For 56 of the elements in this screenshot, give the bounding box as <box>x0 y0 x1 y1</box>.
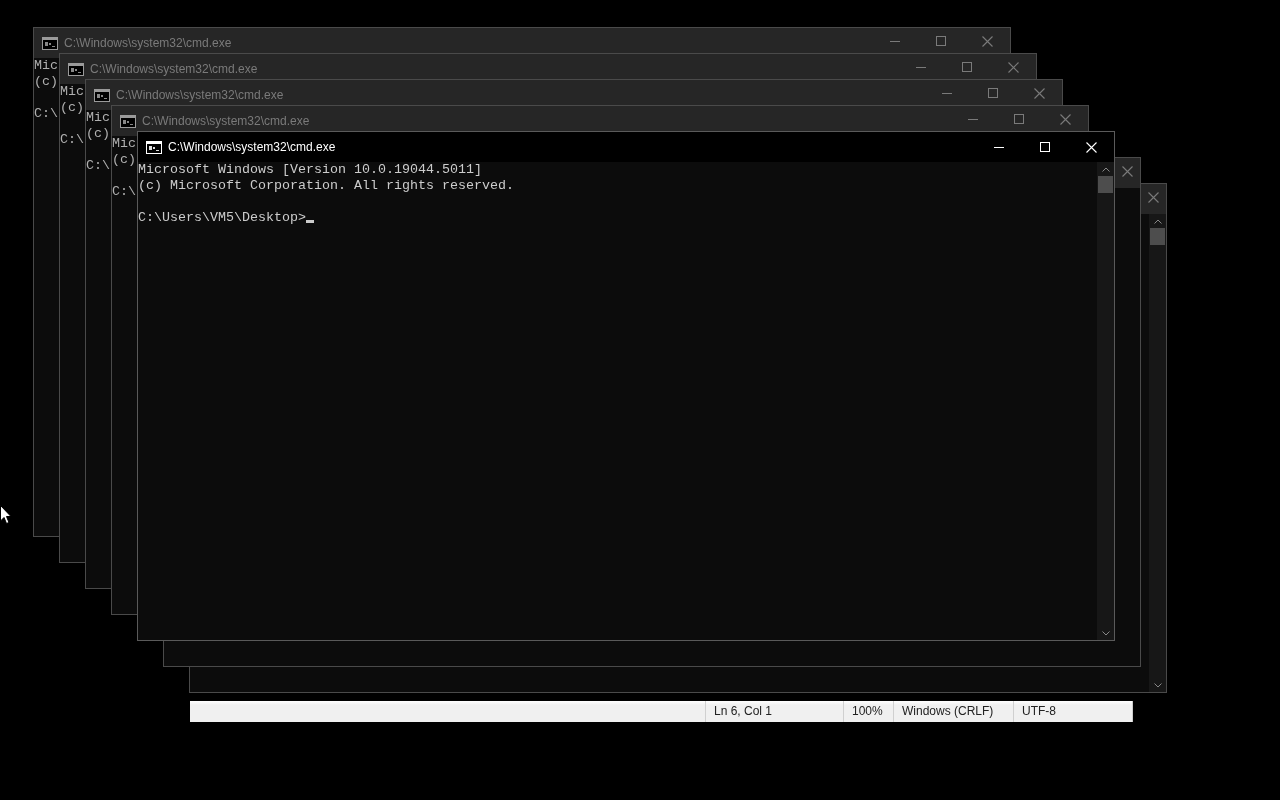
console-line: Microsoft Windows [Version 10.0.19044.5011] <box>138 162 482 177</box>
console-line: Mic <box>34 58 58 73</box>
scrollbar[interactable] <box>1097 162 1114 640</box>
console-line: Mic <box>112 136 136 151</box>
console-line: (c) <box>34 74 58 89</box>
command-prompt: C:\ <box>86 158 110 173</box>
maximize-icon <box>962 62 972 72</box>
close-icon <box>1007 61 1019 73</box>
close-icon <box>1059 113 1071 125</box>
status-text: 100% <box>843 701 893 722</box>
scroll-up-icon[interactable] <box>1101 166 1110 172</box>
console-line: (c) <box>112 152 136 167</box>
console-line: (c) <box>86 126 110 141</box>
status-text: UTF-8 <box>1013 701 1132 722</box>
close-icon <box>1121 165 1133 177</box>
status-text: Ln 6, Col 1 <box>705 701 843 722</box>
window-title: C:\Windows\system32\cmd.exe <box>64 36 233 50</box>
console-line: Mic <box>60 84 84 99</box>
console-icon <box>146 140 162 154</box>
scroll-up-icon[interactable] <box>1153 218 1162 224</box>
maximize-icon <box>988 88 998 98</box>
minimize-icon <box>890 40 900 42</box>
console-line: Mic <box>86 110 110 125</box>
console-icon <box>68 62 84 76</box>
close-icon <box>1085 141 1097 153</box>
scroll-thumb[interactable] <box>1098 176 1113 193</box>
window-title: C:\Windows\system32\cmd.exe <box>116 88 285 102</box>
console-line: (c) Microsoft Corporation. All rights reserved. <box>138 178 514 193</box>
command-prompt: C:\Users\VM5\Desktop> <box>138 210 306 225</box>
close-icon <box>1033 87 1045 99</box>
scroll-thumb[interactable] <box>1150 228 1165 245</box>
console-icon <box>42 36 58 50</box>
command-prompt: C:\ <box>112 184 136 199</box>
console-icon <box>94 88 110 102</box>
console-icon <box>120 114 136 128</box>
minimize-icon <box>942 92 952 94</box>
scroll-down-icon[interactable] <box>1153 682 1162 688</box>
minimize-icon <box>916 66 926 68</box>
mouse-pointer-icon <box>0 505 12 525</box>
maximize-icon <box>1014 114 1024 124</box>
minimize-icon <box>994 146 1004 148</box>
command-prompt: C:\ <box>60 132 84 147</box>
console-line: (c) <box>60 100 84 115</box>
window-title: C:\Windows\system32\cmd.exe <box>90 62 259 76</box>
scroll-down-icon[interactable] <box>1101 630 1110 636</box>
text-cursor <box>305 220 314 223</box>
window-title: C:\Windows\system32\cmd.exe <box>142 114 311 128</box>
close-icon <box>981 35 993 47</box>
command-prompt: C:\ <box>34 106 58 121</box>
maximize-icon <box>1040 142 1050 152</box>
minimize-icon <box>968 118 978 120</box>
maximize-icon <box>936 36 946 46</box>
window-title: C:\Windows\system32\cmd.exe <box>168 140 337 154</box>
close-icon <box>1147 191 1159 203</box>
status-text: Windows (CRLF) <box>893 701 1013 722</box>
scrollbar[interactable] <box>1149 214 1166 692</box>
